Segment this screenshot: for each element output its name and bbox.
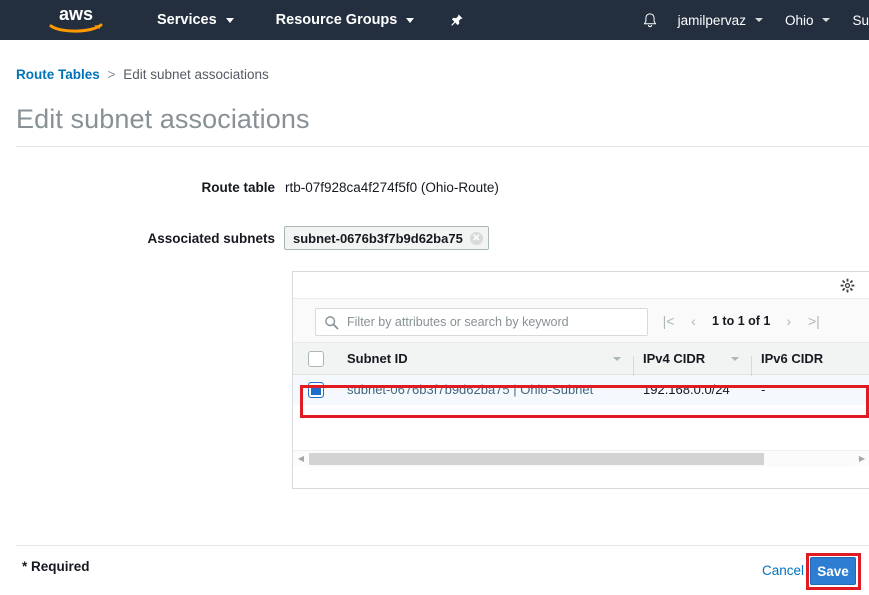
nav-support-label: Su <box>852 12 869 28</box>
svg-text:aws: aws <box>59 4 93 24</box>
column-header-label: IPv4 CIDR <box>643 350 706 366</box>
pagination-last-button[interactable]: >| <box>801 299 826 343</box>
nav-region-menu[interactable]: Ohio <box>774 0 842 40</box>
ipv4-cidr-value: 192.168.0.0/24 <box>643 382 730 397</box>
cell-ipv6-cidr: - <box>752 381 869 399</box>
nav-services-menu[interactable]: Services <box>146 0 245 40</box>
pin-shortcut-button[interactable] <box>443 0 469 40</box>
search-input[interactable]: Filter by attributes or search by keywor… <box>315 308 648 336</box>
route-table-value: rtb-07f928ca4f274f5f0 (Ohio-Route) <box>285 180 499 195</box>
nav-user-menu[interactable]: jamilpervaz <box>667 0 774 40</box>
chevron-down-icon[interactable] <box>613 356 621 361</box>
nav-right-group: jamilpervaz Ohio Su <box>633 0 869 40</box>
footer-divider <box>16 545 869 546</box>
chevron-down-icon[interactable] <box>731 356 739 361</box>
chevron-down-icon <box>822 18 831 22</box>
aws-logo[interactable]: aws <box>45 4 107 36</box>
table-row[interactable]: subnet-0676b3f7b9d62ba75 | Ohio-Subnet 1… <box>293 375 869 405</box>
pagination-controls: |< ‹ 1 to 1 of 1 › >| <box>656 299 826 343</box>
chevron-down-icon <box>225 17 234 23</box>
cell-ipv4-cidr: 192.168.0.0/24 <box>634 381 752 399</box>
chevron-down-icon <box>406 17 415 23</box>
breadcrumb-separator: > <box>107 67 116 82</box>
subnet-token[interactable]: subnet-0676b3f7b9d62ba75 ✕ <box>284 226 489 250</box>
pagination-prev-button[interactable]: ‹ <box>681 299 706 343</box>
notifications-button[interactable] <box>633 0 667 40</box>
breadcrumb-current: Edit subnet associations <box>123 67 269 82</box>
search-icon <box>325 315 339 329</box>
top-navigation-bar: aws Services Resource Groups jamilpervaz <box>0 0 869 40</box>
pagination-next-button[interactable]: › <box>776 299 801 343</box>
notification-bell-icon <box>643 12 657 27</box>
subnet-table-panel: Filter by attributes or search by keywor… <box>292 271 869 489</box>
scrollbar-track[interactable] <box>309 450 854 467</box>
table-settings-button[interactable] <box>837 275 857 295</box>
scroll-left-arrow-icon[interactable]: ◀ <box>293 451 309 467</box>
scrollbar-thumb[interactable] <box>309 452 765 465</box>
save-button[interactable]: Save <box>810 557 856 585</box>
nav-user-label: jamilpervaz <box>677 12 746 28</box>
panel-toolbar <box>293 272 869 299</box>
close-icon[interactable]: ✕ <box>469 231 483 245</box>
pushpin-icon <box>451 13 463 26</box>
row-checkbox[interactable] <box>307 382 324 398</box>
nav-region-label: Ohio <box>784 12 814 28</box>
column-header-ipv6-cidr[interactable]: IPv6 CIDR <box>752 350 869 368</box>
search-placeholder: Filter by attributes or search by keywor… <box>347 315 569 329</box>
column-header-label: IPv6 CIDR <box>761 350 824 366</box>
page-title: Edit subnet associations <box>16 104 310 134</box>
horizontal-scrollbar[interactable]: ◀ ▶ <box>293 450 869 467</box>
row-select-cell[interactable] <box>293 382 338 398</box>
table-filter-bar: Filter by attributes or search by keywor… <box>293 299 869 343</box>
gear-icon <box>840 278 854 292</box>
cancel-button[interactable]: Cancel <box>762 563 804 578</box>
select-all-cell[interactable] <box>293 350 338 367</box>
nav-support-menu[interactable]: Su <box>841 0 869 40</box>
subnet-token-label: subnet-0676b3f7b9d62ba75 <box>293 230 463 246</box>
nav-resource-groups-menu[interactable]: Resource Groups <box>265 0 426 40</box>
table-header-row: Subnet ID IPv4 CIDR IPv6 CIDR <box>293 343 869 376</box>
select-all-checkbox[interactable] <box>307 350 324 367</box>
subnet-id-link[interactable]: subnet-0676b3f7b9d62ba75 | Ohio-Subnet <box>347 382 593 397</box>
column-header-ipv4-cidr[interactable]: IPv4 CIDR <box>634 350 752 376</box>
nav-services-label: Services <box>157 12 217 28</box>
breadcrumb: Route Tables > Edit subnet associations <box>16 67 269 82</box>
scroll-right-arrow-icon[interactable]: ▶ <box>854 451 869 467</box>
cell-subnet-id[interactable]: subnet-0676b3f7b9d62ba75 | Ohio-Subnet <box>338 381 634 399</box>
breadcrumb-link-route-tables[interactable]: Route Tables <box>16 67 100 82</box>
pagination-count: 1 to 1 of 1 <box>712 314 771 328</box>
nav-resource-groups-label: Resource Groups <box>275 12 398 28</box>
column-header-label: Subnet ID <box>347 350 408 366</box>
required-note: * Required <box>22 559 90 574</box>
chevron-down-icon <box>754 18 763 22</box>
pagination-first-button[interactable]: |< <box>656 299 681 343</box>
ipv6-cidr-value: - <box>761 382 766 397</box>
title-divider <box>16 146 869 147</box>
associated-subnets-label: Associated subnets <box>147 231 275 246</box>
route-table-label: Route table <box>201 180 275 195</box>
column-header-subnet-id[interactable]: Subnet ID <box>338 350 634 376</box>
